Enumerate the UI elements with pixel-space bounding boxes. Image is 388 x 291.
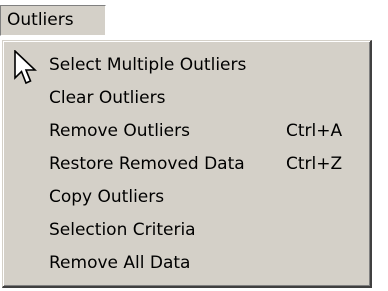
outliers-dropdown-menu: Select Multiple Outliers Clear Outliers …: [2, 40, 372, 288]
menu-item-copy-outliers[interactable]: Copy Outliers: [6, 183, 368, 211]
menu-item-select-multiple-outliers[interactable]: Select Multiple Outliers: [6, 51, 368, 79]
menu-outliers[interactable]: Outliers: [0, 5, 106, 36]
menu-item-restore-removed-data[interactable]: Restore Removed Data Ctrl+Z: [6, 150, 368, 178]
menu-item-remove-all-data[interactable]: Remove All Data: [6, 249, 368, 277]
menu-bar: Outliers: [0, 0, 388, 40]
screenshot: Outliers Select Multiple Outliers Clear …: [0, 0, 388, 291]
menu-item-label: Select Multiple Outliers: [49, 55, 247, 75]
menu-item-selection-criteria[interactable]: Selection Criteria: [6, 216, 368, 244]
menu-item-shortcut: Ctrl+Z: [286, 154, 343, 174]
menu-item-label: Restore Removed Data: [49, 154, 245, 174]
menu-item-clear-outliers[interactable]: Clear Outliers: [6, 84, 368, 112]
menu-item-label: Remove All Data: [49, 253, 191, 273]
menu-item-label: Selection Criteria: [49, 220, 196, 240]
menu-item-label: Remove Outliers: [49, 121, 190, 141]
menu-item-shortcut: Ctrl+A: [286, 121, 343, 141]
menu-item-label: Clear Outliers: [49, 88, 166, 108]
menu-item-label: Copy Outliers: [49, 187, 165, 207]
menu-item-remove-outliers[interactable]: Remove Outliers Ctrl+A: [6, 117, 368, 145]
